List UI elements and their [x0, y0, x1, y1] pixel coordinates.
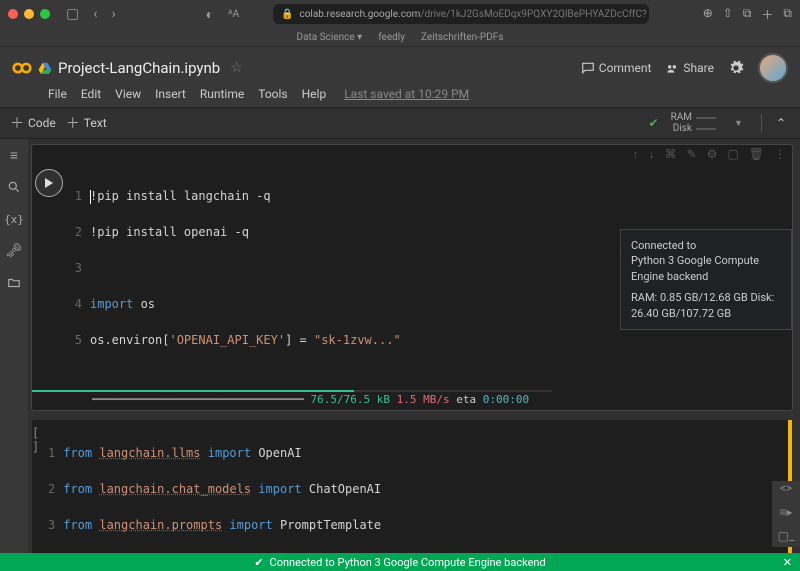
cell-more-icon[interactable]: ⋮	[774, 147, 786, 163]
download-icon[interactable]: ⊕	[703, 6, 713, 23]
user-avatar[interactable]	[758, 53, 788, 83]
menu-edit[interactable]: Edit	[81, 87, 101, 101]
right-rail: <> ≡▸ ▢_	[772, 481, 800, 547]
drive-icon	[38, 61, 52, 75]
browser-chrome: ▢ ‹ › ◐ ᴬA 🔒 colab.research.google.com/d…	[0, 0, 800, 28]
tabs-icon[interactable]: ⧉	[783, 6, 792, 23]
bookmark-bar: Data Science ▾ feedly Zeitschriften-PDFs	[0, 28, 800, 47]
star-icon[interactable]: ☆	[230, 60, 243, 76]
nav-forward-icon[interactable]: ›	[107, 6, 119, 22]
cell-move-down-icon[interactable]: ↓	[649, 147, 655, 163]
bookmark-item[interactable]: Zeitschriften-PDFs	[421, 32, 504, 43]
maximize-window[interactable]	[40, 9, 50, 19]
last-saved[interactable]: Last saved at 10:29 PM	[344, 87, 469, 101]
code-editor[interactable]: 1from langchain.llms import OpenAI 2from…	[39, 420, 800, 553]
resources-tooltip: Connected to Python 3 Google Compute Eng…	[620, 229, 792, 330]
cell-settings-icon[interactable]: ⚙	[707, 147, 718, 163]
explorer-icon[interactable]: ≡▸	[779, 505, 792, 519]
toc-icon[interactable]: ≡	[6, 147, 22, 163]
document-title[interactable]: Project-LangChain.ipynb	[58, 59, 220, 77]
copy-icon[interactable]: ⧉	[743, 6, 752, 23]
share-button[interactable]: Share	[665, 61, 714, 75]
bookmark-item[interactable]: Data Science ▾	[297, 32, 363, 43]
resources-dropdown-icon[interactable]: ▼	[734, 118, 743, 129]
window-controls	[8, 9, 50, 19]
menu-view[interactable]: View	[115, 87, 141, 101]
connected-check-icon: ✔	[649, 116, 659, 130]
colab-logo-icon[interactable]	[12, 58, 32, 78]
url-path: /drive/1kJ2GsMoEDqx9PQXY2QlBePHYAZDcCffC…	[420, 9, 646, 20]
search-icon[interactable]	[6, 179, 22, 195]
menu-insert[interactable]: Insert	[155, 87, 186, 101]
minimize-window[interactable]	[24, 9, 34, 19]
cell-mirror-icon[interactable]: ▢	[727, 147, 738, 163]
add-code-cell-button[interactable]: ＋Code	[10, 113, 56, 133]
settings-icon[interactable]	[728, 60, 744, 76]
status-check-icon: ✔	[254, 556, 263, 569]
files-icon[interactable]	[6, 275, 22, 291]
menu-bar: File Edit View Insert Runtime Tools Help…	[12, 83, 788, 107]
terminal-icon[interactable]: ▢_	[778, 529, 795, 543]
code-view-icon[interactable]: <>	[780, 481, 792, 495]
notebook-area[interactable]: Connected to Python 3 Google Compute Eng…	[28, 139, 800, 553]
cell-prompt: [ ]	[32, 426, 39, 454]
add-icon[interactable]: ＋	[761, 6, 773, 23]
add-text-cell-button[interactable]: ＋Text	[66, 113, 107, 133]
share-icon[interactable]: ⇧	[723, 6, 733, 23]
nav-back-icon[interactable]: ‹	[89, 6, 101, 22]
variables-icon[interactable]: {x}	[6, 211, 22, 227]
sidebar-toggle-icon[interactable]: ▢	[62, 6, 83, 22]
notebook-toolbar: ＋Code ＋Text ✔ RAM Disk ▼ ⌃	[0, 107, 800, 139]
run-cell-button[interactable]	[35, 169, 63, 197]
bookmark-item[interactable]: feedly	[378, 32, 405, 43]
cell-comment-icon[interactable]: ✎	[687, 147, 697, 163]
status-message: Connected to Python 3 Google Compute Eng…	[270, 556, 546, 569]
menu-file[interactable]: File	[48, 87, 67, 101]
left-rail: ≡ {x} 🗝	[0, 139, 28, 553]
code-cell[interactable]: [ ] 1from langchain.llms import OpenAI 2…	[32, 420, 792, 553]
status-close-icon[interactable]: ✕	[783, 556, 792, 569]
url-bar[interactable]: 🔒 colab.research.google.com/drive/1kJ2Gs…	[273, 4, 649, 24]
menu-runtime[interactable]: Runtime	[200, 87, 244, 101]
lock-icon: 🔒	[281, 9, 293, 20]
cell-link-icon[interactable]: ⌘	[665, 147, 677, 163]
shield-icon[interactable]: ◐	[202, 6, 218, 23]
text-size-icon[interactable]: ᴬA	[224, 9, 243, 20]
cell-delete-icon[interactable]: 🗑	[749, 147, 764, 163]
cell-output: ━━━━━━━━━━━━━━━━━━━━━━━━━━━━━━━━ 76.5/76…	[32, 391, 792, 410]
app-header: Project-LangChain.ipynb ☆ Comment Share …	[0, 47, 800, 107]
cell-move-up-icon[interactable]: ↑	[633, 147, 639, 163]
url-host: colab.research.google.com	[299, 9, 420, 20]
collapse-icon[interactable]: ⌃	[772, 116, 790, 130]
status-bar: ✔ Connected to Python 3 Google Compute E…	[0, 553, 800, 571]
menu-help[interactable]: Help	[302, 87, 327, 101]
close-window[interactable]	[8, 9, 18, 19]
resources-indicator[interactable]: RAM Disk	[671, 112, 716, 134]
secrets-icon[interactable]: 🗝	[6, 243, 22, 259]
menu-tools[interactable]: Tools	[258, 87, 287, 101]
comment-button[interactable]: Comment	[581, 61, 652, 75]
